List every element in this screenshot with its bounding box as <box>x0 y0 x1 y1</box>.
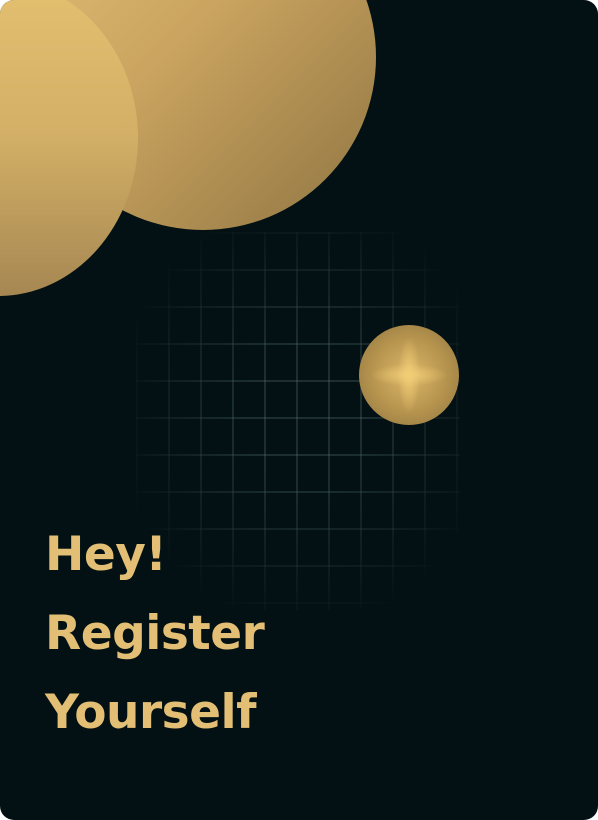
headline-line-hey: Hey! <box>45 527 167 582</box>
register-hero-panel: Hey! Register Yourself <box>0 0 598 820</box>
decorative-glow-orb <box>359 325 459 425</box>
headline-line-register: Register <box>45 606 265 661</box>
register-headline: Hey! Register Yourself <box>45 515 265 752</box>
headline-line-yourself: Yourself <box>45 685 257 740</box>
